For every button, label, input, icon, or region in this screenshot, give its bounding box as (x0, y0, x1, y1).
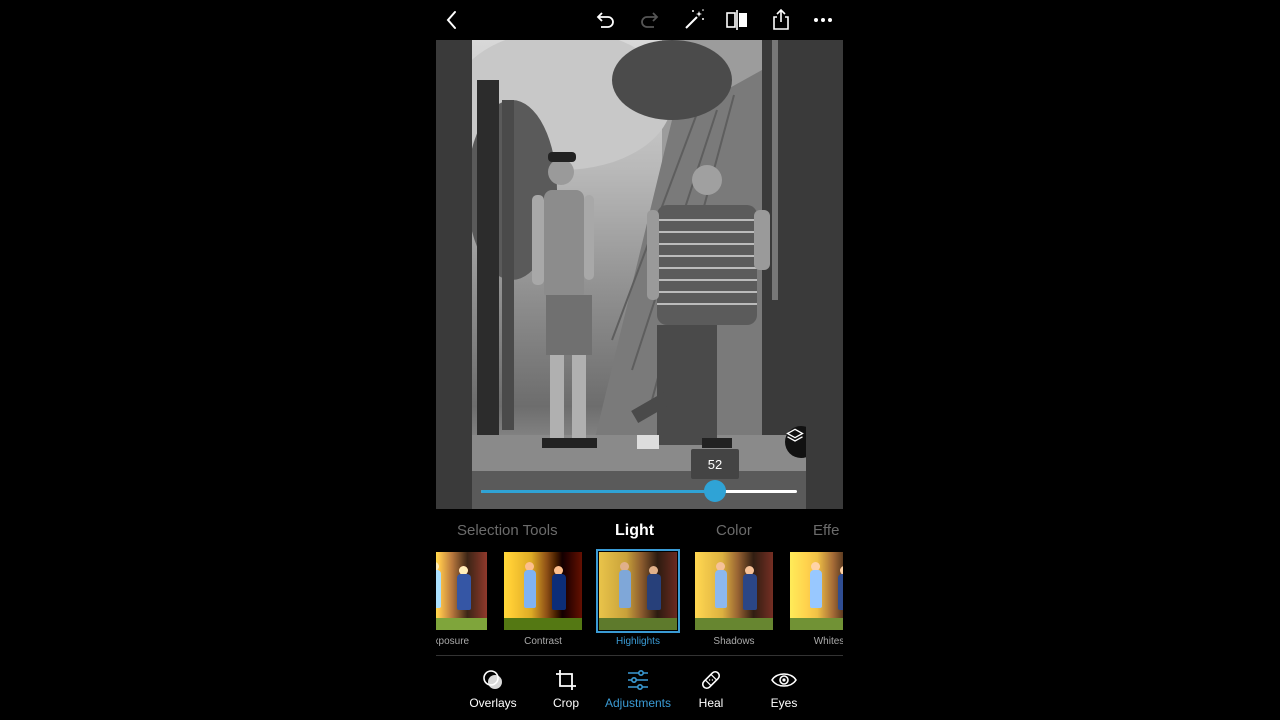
share-button[interactable] (765, 4, 797, 36)
magic-wand-icon (685, 9, 704, 29)
thumb-image (790, 552, 843, 630)
bottom-nav: Overlays Crop Adjustments Heal Eyes (436, 660, 843, 720)
nav-heal[interactable]: Heal (675, 666, 747, 710)
share-icon (773, 8, 789, 30)
adjustment-thumbnails: Exposure Contrast Highlights Shadows Whi… (436, 549, 843, 652)
undo-icon (596, 12, 614, 28)
edited-photo[interactable] (472, 40, 806, 471)
eye-icon (771, 673, 797, 687)
tab-selection-tools[interactable]: Selection Tools (457, 522, 558, 539)
thumb-label: Exposure (436, 636, 470, 647)
phone-screen: 52 Selection Tools Light Color Effe Expo… (436, 0, 843, 720)
nav-overlays[interactable]: Overlays (457, 666, 529, 710)
thumb-contrast[interactable]: Contrast (504, 549, 588, 649)
sliders-icon (628, 669, 648, 690)
nav-label: Crop (552, 696, 579, 710)
compare-icon (726, 10, 747, 30)
bandage-icon (701, 670, 721, 690)
compare-button[interactable] (721, 4, 753, 36)
auto-fix-button[interactable] (678, 4, 710, 36)
slider-track[interactable]: 52 (481, 449, 797, 502)
thumb-exposure[interactable]: Exposure (436, 549, 493, 649)
thumb-label: Shadows (713, 636, 755, 647)
nav-label: Heal (698, 696, 724, 710)
photo-canvas[interactable]: 52 (436, 40, 843, 509)
redo-icon (641, 12, 659, 28)
redo-button[interactable] (634, 4, 666, 36)
thumb-highlights[interactable]: Highlights (596, 549, 683, 649)
thumb-image (695, 552, 773, 630)
nav-label: Overlays (469, 696, 517, 710)
slider-thumb[interactable] (704, 480, 726, 502)
thumb-image (504, 552, 582, 630)
thumb-label: Contrast (524, 636, 562, 647)
thumb-image (436, 552, 487, 630)
thumb-image (596, 549, 680, 633)
adjustment-slider-area: 52 (472, 449, 806, 509)
layers-icon (786, 428, 804, 442)
nav-eyes[interactable]: Eyes (748, 666, 820, 710)
tab-light[interactable]: Light (615, 522, 654, 540)
nav-label: Adjustments (604, 696, 672, 710)
nav-crop[interactable]: Crop (530, 666, 602, 710)
undo-button[interactable] (589, 4, 621, 36)
divider (436, 655, 843, 656)
more-button[interactable] (807, 4, 839, 36)
tab-color[interactable]: Color (716, 522, 752, 539)
nav-label: Eyes (770, 696, 798, 710)
thumb-shadows[interactable]: Shadows (695, 549, 779, 649)
nav-adjustments[interactable]: Adjustments (602, 666, 674, 710)
more-icon (814, 18, 832, 22)
overlays-icon (483, 670, 502, 689)
tab-effects[interactable]: Effe (813, 522, 839, 539)
category-tabs: Selection Tools Light Color Effe (436, 509, 843, 551)
thumb-label: Highlights (616, 636, 660, 647)
thumb-label: Whites (813, 636, 843, 647)
thumb-whites[interactable]: Whites (790, 549, 843, 649)
back-button[interactable] (436, 4, 468, 36)
slider-value-bubble: 52 (691, 449, 739, 479)
photo-scene (472, 40, 806, 471)
crop-icon (556, 670, 576, 690)
slider-fill (481, 490, 715, 493)
top-toolbar (436, 0, 843, 40)
back-icon (446, 11, 456, 29)
